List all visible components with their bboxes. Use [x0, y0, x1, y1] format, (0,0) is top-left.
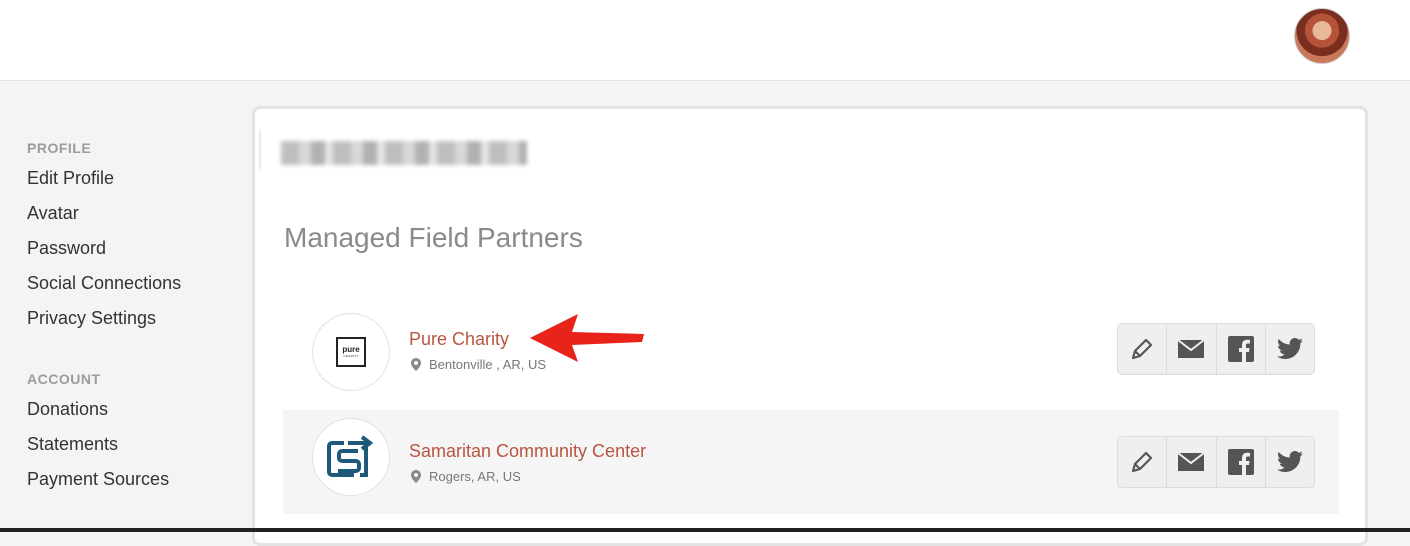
user-avatar[interactable]	[1294, 8, 1350, 64]
twitter-icon	[1276, 338, 1303, 360]
envelope-icon	[1177, 452, 1205, 471]
email-button[interactable]	[1167, 324, 1217, 374]
partner-logo[interactable]: pure CHARITY	[312, 313, 390, 391]
partner-row: Samaritan Community Center Rogers, AR, U…	[283, 410, 1339, 514]
sidebar-item-password[interactable]: Password	[27, 236, 247, 271]
partner-location: Rogers, AR, US	[411, 469, 521, 484]
sidebar-item-payment-sources[interactable]: Payment Sources	[27, 467, 247, 502]
partner-location: Bentonville , AR, US	[411, 357, 546, 372]
facebook-icon	[1227, 449, 1254, 475]
top-bar	[0, 0, 1410, 81]
pencil-icon	[1132, 338, 1153, 360]
facebook-share-button[interactable]	[1217, 324, 1266, 374]
partner-row: pure CHARITY Pure Charity Bentonville , …	[283, 305, 1339, 409]
annotation-arrow-icon	[530, 314, 644, 362]
twitter-icon	[1276, 451, 1303, 473]
logo-text: pure	[342, 345, 360, 354]
edit-button[interactable]	[1118, 437, 1168, 487]
partner-location-text: Rogers, AR, US	[429, 469, 521, 484]
pencil-icon	[1132, 451, 1153, 473]
blurred-user-name	[281, 141, 527, 165]
pure-charity-logo: pure CHARITY	[336, 337, 366, 367]
sidebar-item-social-connections[interactable]: Social Connections	[27, 271, 247, 306]
facebook-icon	[1227, 336, 1254, 362]
section-title: Managed Field Partners	[284, 222, 583, 253]
samaritan-logo-icon	[327, 435, 374, 477]
sidebar-heading-profile: PROFILE	[27, 140, 92, 156]
facebook-share-button[interactable]	[1217, 437, 1266, 487]
map-pin-icon	[411, 358, 421, 371]
partner-logo[interactable]	[312, 418, 390, 496]
partner-actions	[1117, 436, 1315, 488]
sidebar-item-avatar[interactable]: Avatar	[27, 201, 247, 236]
twitter-share-button[interactable]	[1266, 437, 1314, 487]
envelope-icon	[1177, 339, 1205, 358]
sidebar-item-privacy-settings[interactable]: Privacy Settings	[27, 306, 247, 341]
partner-actions	[1117, 323, 1315, 375]
sidebar-item-edit-profile[interactable]: Edit Profile	[27, 166, 247, 201]
map-pin-icon	[411, 470, 421, 483]
logo-subtext: CHARITY	[343, 354, 359, 358]
email-button[interactable]	[1167, 437, 1217, 487]
window-bottom-border	[0, 528, 1410, 532]
sidebar-item-statements[interactable]: Statements	[27, 432, 247, 467]
twitter-share-button[interactable]	[1266, 324, 1314, 374]
sidebar-heading-account: ACCOUNT	[27, 371, 101, 387]
sidebar-item-donations[interactable]: Donations	[27, 397, 247, 432]
sidebar-nav: PROFILE Edit Profile Avatar Password Soc…	[27, 140, 247, 502]
partner-name-link[interactable]: Pure Charity	[409, 329, 509, 350]
divider	[259, 129, 261, 169]
edit-button[interactable]	[1118, 324, 1168, 374]
main-panel: Managed Field Partners pure CHARITY Pure…	[252, 106, 1368, 546]
partner-name-link[interactable]: Samaritan Community Center	[409, 441, 646, 462]
